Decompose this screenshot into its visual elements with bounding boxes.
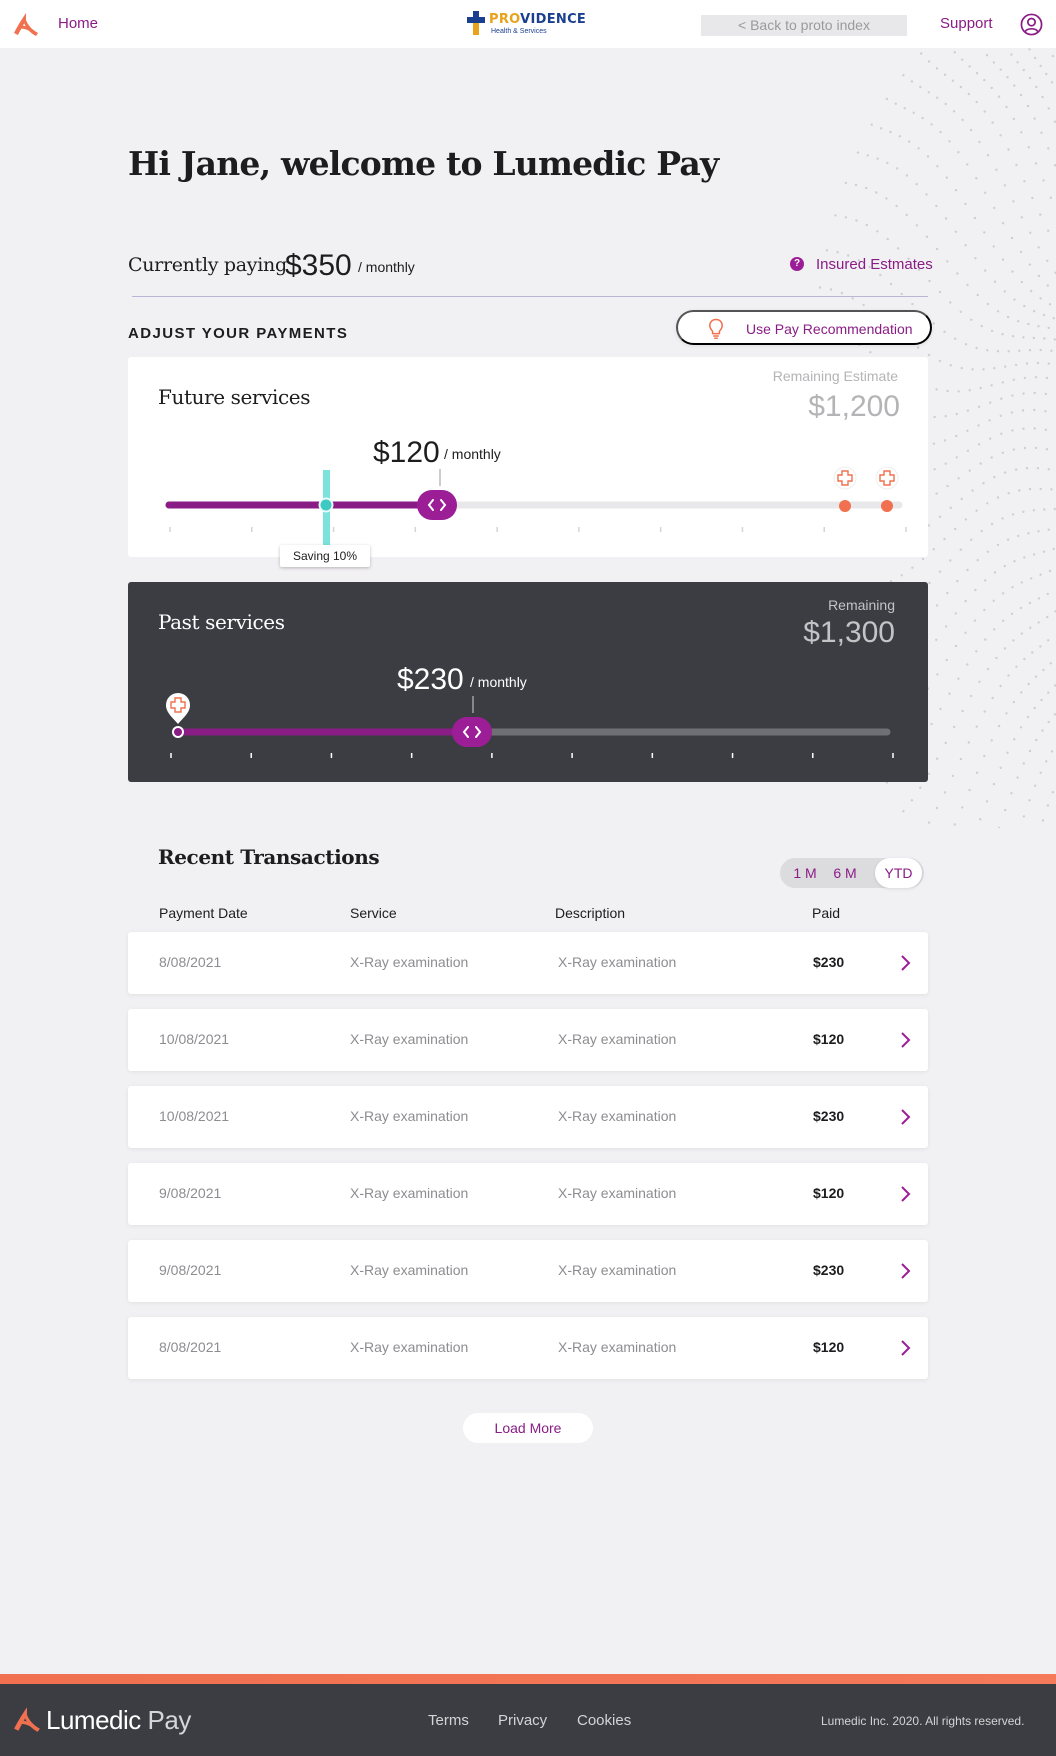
lumedic-logo-icon[interactable] [12, 11, 40, 37]
use-pay-recommendation-button[interactable]: Use Pay Recommendation [676, 310, 932, 345]
lightbulb-icon [709, 318, 723, 339]
column-header-payment-date: Payment Date [159, 905, 248, 921]
slider-ticks [170, 753, 894, 758]
transaction-row[interactable]: 8/08/2021 X-Ray examination X-Ray examin… [128, 1317, 928, 1379]
insured-estimates-link[interactable]: Insured Estmates [816, 256, 933, 273]
transaction-description: X-Ray examination [558, 1031, 677, 1047]
past-services-card: Past services Remaining $1,300 $230 / mo… [128, 582, 928, 782]
saving-marker-dot [318, 497, 334, 513]
footer-link-terms[interactable]: Terms [428, 1712, 469, 1729]
recommendation-label: Use Pay Recommendation [746, 321, 913, 337]
transaction-paid: $230 [813, 1108, 845, 1124]
providence-logo: PROVIDENCE Health & Services [467, 9, 591, 39]
chevron-right-icon[interactable] [899, 1262, 911, 1280]
load-more-button[interactable]: Load More [463, 1413, 593, 1443]
transaction-paid: $230 [813, 1262, 845, 1278]
transaction-paid: $120 [813, 1031, 845, 1047]
column-header-description: Description [555, 905, 626, 921]
footer-accent-stripe [0, 1674, 1056, 1684]
transaction-service: X-Ray examination [350, 1031, 469, 1047]
transaction-row[interactable]: 9/08/2021 X-Ray examination X-Ray examin… [128, 1163, 928, 1225]
footer: Lumedic Pay Terms Privacy Cookies Lumedi… [0, 1684, 1056, 1756]
support-link[interactable]: Support [940, 15, 993, 32]
transaction-description: X-Ray examination [558, 1185, 677, 1201]
current-payment-unit: / monthly [358, 259, 415, 275]
slider-ticks [169, 527, 907, 532]
footer-link-privacy[interactable]: Privacy [498, 1712, 547, 1729]
range-ytd[interactable]: YTD [875, 858, 922, 888]
transaction-service: X-Ray examination [350, 1185, 469, 1201]
providence-cross-icon [467, 11, 485, 35]
chevron-right-icon[interactable] [899, 1031, 911, 1049]
transaction-date: 8/08/2021 [159, 1339, 222, 1355]
slider-handle-icon[interactable] [452, 717, 492, 747]
transaction-service: X-Ray examination [350, 1108, 469, 1124]
help-circle-icon[interactable]: ? [790, 257, 804, 271]
future-services-card: Future services Remaining Estimate $1,20… [128, 357, 928, 557]
transaction-date: 9/08/2021 [159, 1185, 222, 1201]
slider-handle-icon[interactable] [417, 490, 457, 520]
transaction-description: X-Ray examination [558, 1262, 677, 1278]
adjust-payments-heading: ADJUST YOUR PAYMENTS [128, 325, 349, 342]
transaction-paid: $120 [813, 1185, 845, 1201]
transaction-date: 10/08/2021 [159, 1031, 230, 1047]
transaction-service: X-Ray examination [350, 1262, 469, 1278]
saving-tag: Saving 10% [280, 545, 370, 567]
transaction-description: X-Ray examination [558, 1108, 677, 1124]
brand-name: PROVIDENCE [489, 12, 587, 27]
current-payment-amount: $350 [285, 249, 352, 282]
copyright-text: Lumedic Inc. 2020. All rights reserved. [821, 1714, 1025, 1728]
range-1m[interactable]: 1 M [788, 858, 822, 888]
column-header-service: Service [350, 905, 397, 921]
past-payment-slider[interactable] [128, 582, 928, 782]
transaction-description: X-Ray examination [558, 954, 677, 970]
currently-paying-label: Currently paying [128, 254, 287, 276]
transaction-service: X-Ray examination [350, 954, 469, 970]
welcome-heading: Hi Jane, welcome to Lumedic Pay [128, 144, 719, 183]
recent-transactions-title: Recent Transactions [158, 845, 380, 869]
back-to-proto-index-link[interactable]: < Back to proto index [701, 15, 907, 36]
transaction-row[interactable]: 10/08/2021 X-Ray examination X-Ray exami… [128, 1009, 928, 1071]
range-6m[interactable]: 6 M [826, 858, 864, 888]
transaction-row[interactable]: 8/08/2021 X-Ray examination X-Ray examin… [128, 932, 928, 994]
section-divider [132, 296, 928, 297]
user-circle-icon[interactable] [1020, 13, 1043, 36]
transaction-paid: $230 [813, 954, 845, 970]
chevron-right-icon[interactable] [899, 1185, 911, 1203]
transaction-date: 8/08/2021 [159, 954, 222, 970]
transaction-date: 10/08/2021 [159, 1108, 230, 1124]
transaction-service: X-Ray examination [350, 1339, 469, 1355]
brand-subtitle: Health & Services [491, 28, 547, 35]
transaction-date: 9/08/2021 [159, 1262, 222, 1278]
column-header-paid: Paid [812, 905, 841, 921]
transaction-description: X-Ray examination [558, 1339, 677, 1355]
transaction-row[interactable]: 10/08/2021 X-Ray examination X-Ray exami… [128, 1086, 928, 1148]
chevron-right-icon[interactable] [899, 1339, 911, 1357]
future-payment-slider[interactable] [128, 357, 928, 557]
transaction-paid: $120 [813, 1339, 845, 1355]
chevron-right-icon[interactable] [899, 1108, 911, 1126]
footer-link-cookies[interactable]: Cookies [577, 1712, 631, 1729]
top-nav-bar: Home PROVIDENCE Health & Services < Back… [0, 0, 1056, 48]
footer-brand: Lumedic Pay [46, 1705, 191, 1735]
date-range-toggle: 1 M 6 M YTD [780, 858, 924, 888]
chevron-right-icon[interactable] [899, 954, 911, 972]
lumedic-logo-icon[interactable] [12, 1705, 42, 1733]
transaction-row[interactable]: 9/08/2021 X-Ray examination X-Ray examin… [128, 1240, 928, 1302]
home-link[interactable]: Home [58, 15, 98, 32]
